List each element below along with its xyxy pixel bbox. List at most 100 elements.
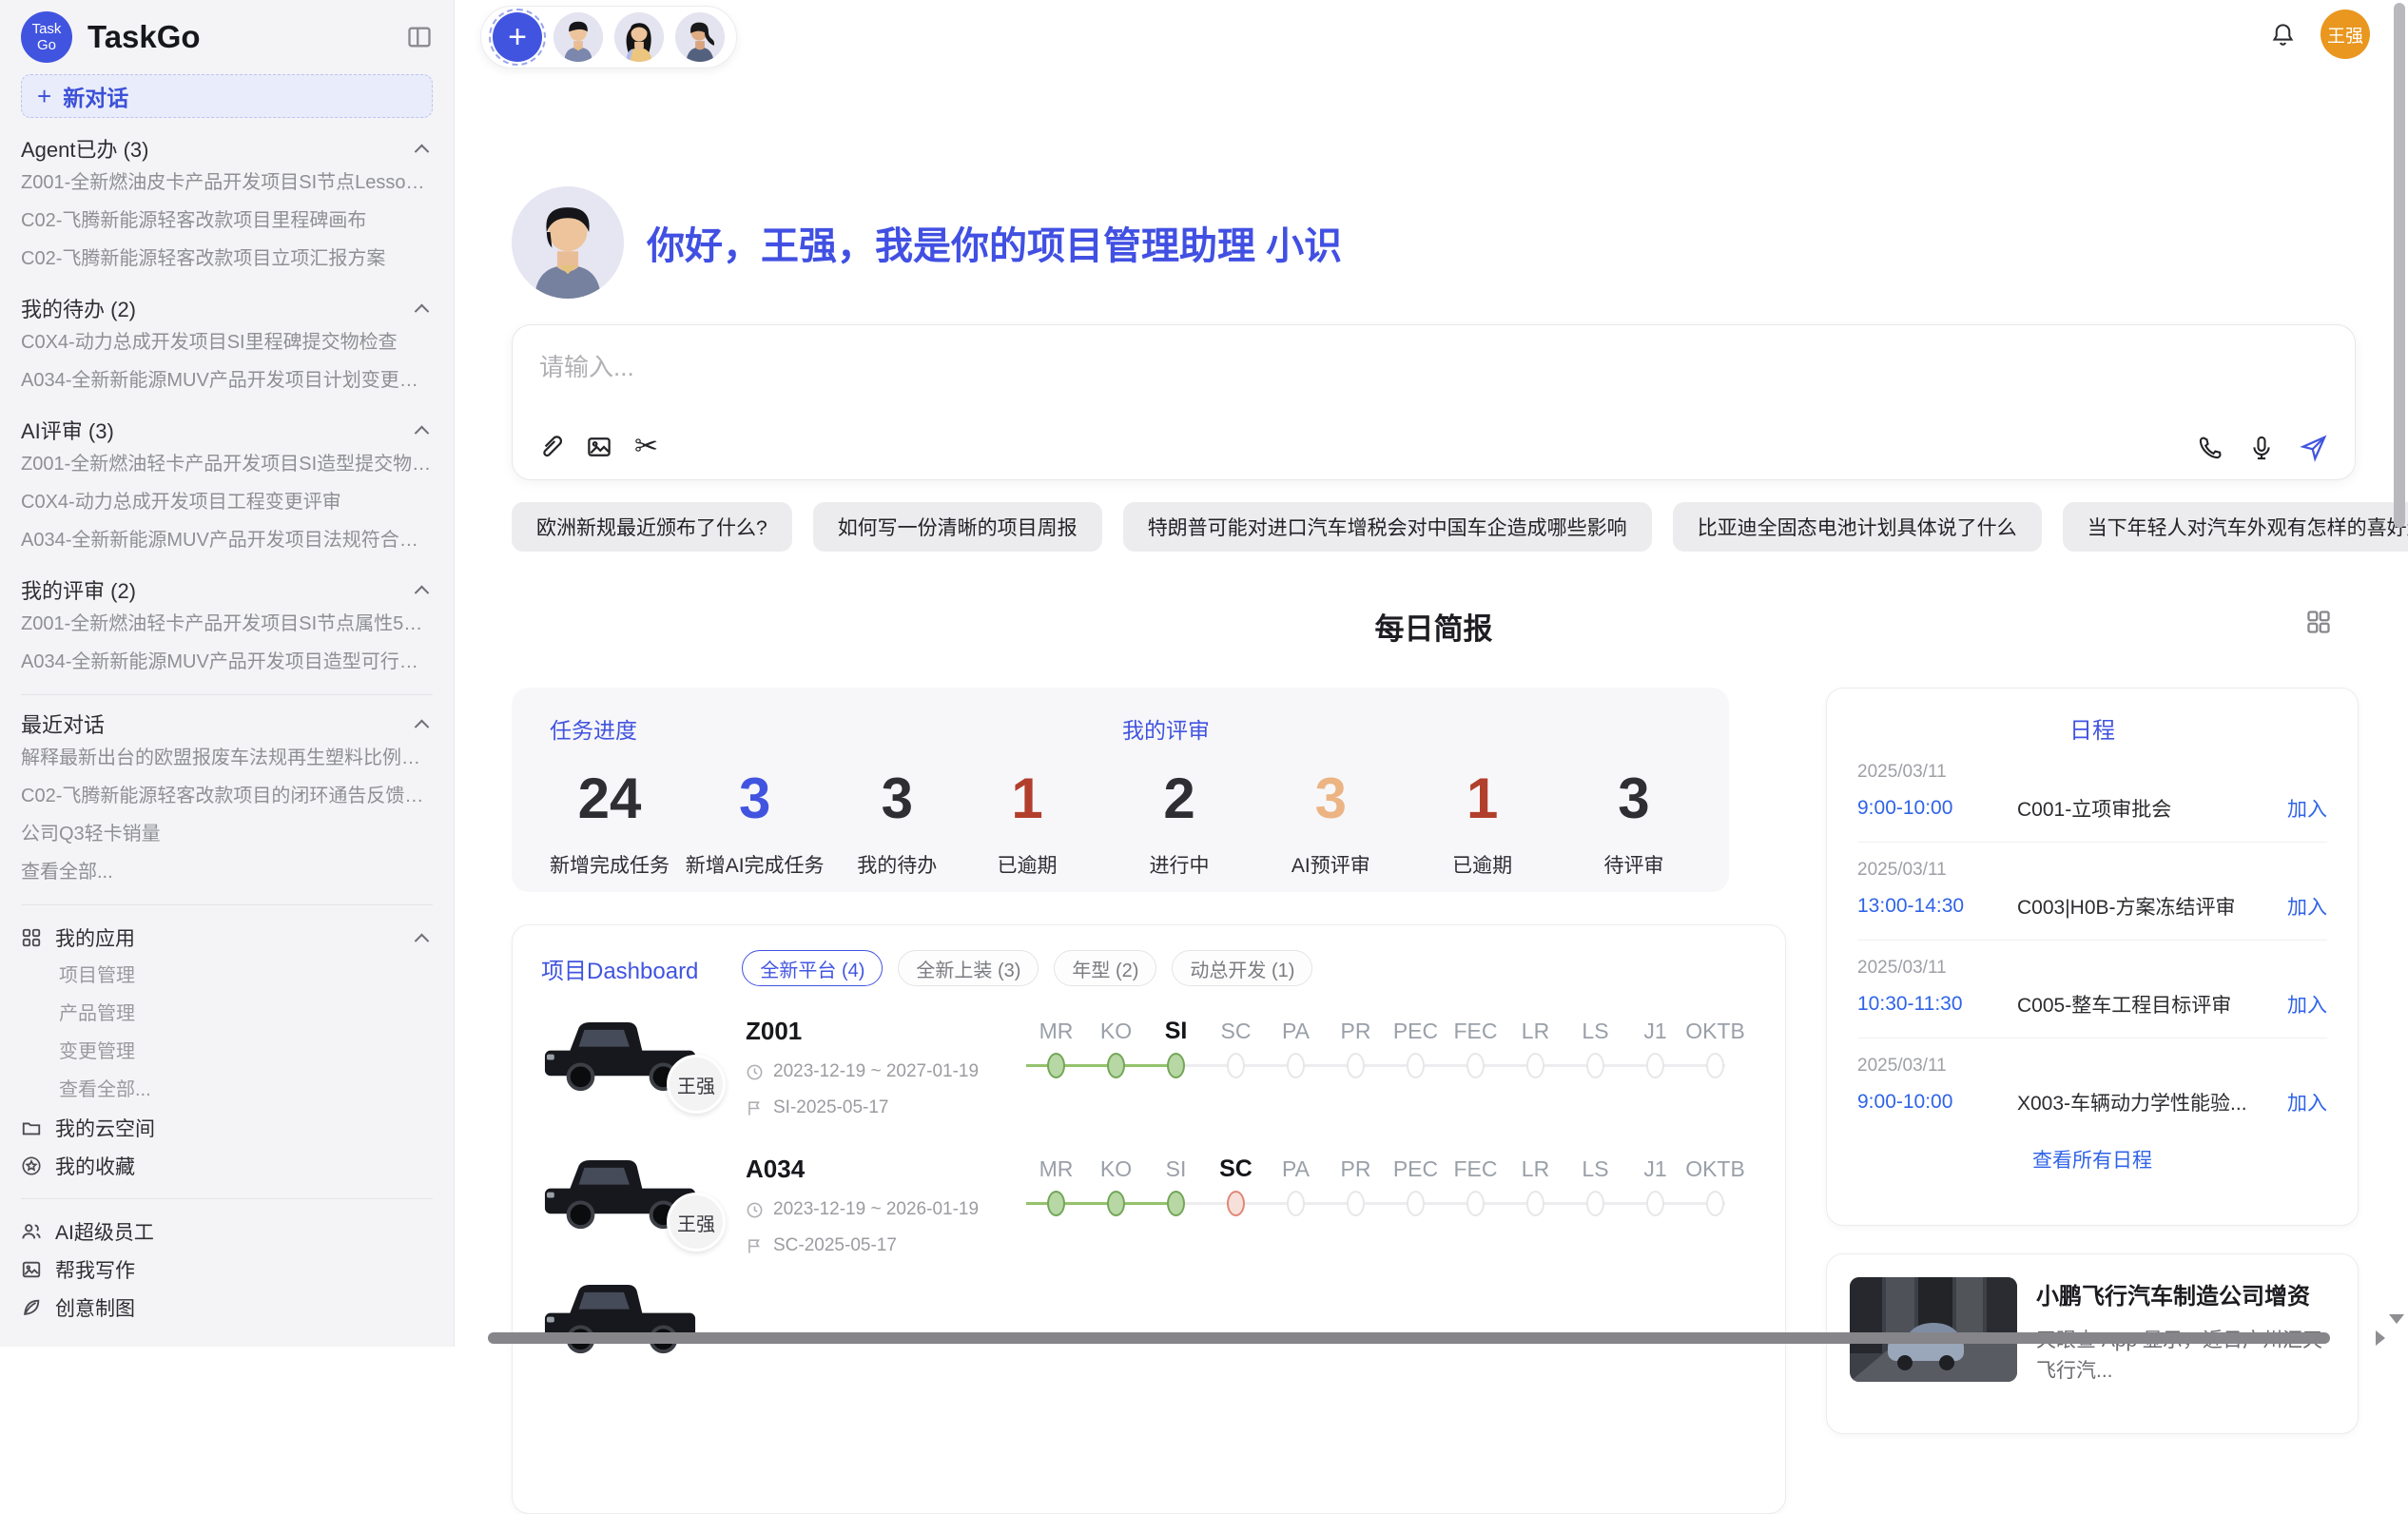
sidebar-item-favorites[interactable]: 我的收藏 — [21, 1147, 433, 1185]
milestone: J1 — [1625, 1155, 1685, 1216]
composer-input[interactable]: 请输入... — [539, 348, 2328, 383]
users-icon — [21, 1221, 42, 1242]
microphone-button[interactable] — [2248, 435, 2275, 461]
suggestion-chip[interactable]: 如何写一份清晰的项目周报 — [813, 502, 1102, 552]
milestone-timeline: MR KO SI SC — [1026, 1155, 1757, 1250]
stat-item: 1 已逾期 — [970, 766, 1084, 879]
milestone: LS — [1565, 1155, 1625, 1216]
schedule-time: 9:00-10:00 — [1857, 797, 2017, 820]
recent-conversation-item[interactable]: 解释最新出台的欧盟报废车法规再生塑料比例被调至15%... — [21, 739, 433, 777]
section-header-agent-done[interactable]: Agent已办 (3) — [21, 133, 433, 164]
milestone: SI — [1146, 1155, 1206, 1216]
section-title: 最近对话 — [21, 708, 105, 739]
owner-badge: 王强 — [667, 1193, 726, 1252]
section-header-my-review[interactable]: 我的评审 (2) — [21, 574, 433, 605]
join-button[interactable]: 加入 — [2287, 794, 2327, 823]
milestone-dot — [1347, 1191, 1365, 1216]
agent-avatar[interactable] — [675, 12, 725, 62]
dashboard-tab[interactable]: 全新上装 (3) — [898, 950, 1039, 986]
join-button[interactable]: 加入 — [2287, 990, 2327, 1019]
project-row[interactable]: 王强 Z001 2023-12-19 ~ 2027-01-19 SI-2025-… — [541, 986, 1757, 1124]
scroll-down-icon[interactable] — [2389, 1314, 2404, 1324]
agent-avatar[interactable] — [553, 12, 603, 62]
app-item[interactable]: 变更管理 — [21, 1033, 433, 1071]
milestone-label: PEC — [1386, 1017, 1446, 1045]
recent-conversation-item[interactable]: 查看全部... — [21, 853, 433, 891]
sidebar-item-creative-drawing[interactable]: 创意制图 — [21, 1289, 433, 1327]
project-row[interactable]: 王强 A034 2023-12-19 ~ 2026-01-19 SC-2025-… — [541, 1124, 1757, 1262]
agent-switcher: + — [480, 6, 737, 68]
task-progress-card: 任务进度 24 新增完成任务 3 新增AI完成任务 3 我的待办 1 已逾期 — [512, 688, 1122, 892]
app-item[interactable]: 项目管理 — [21, 957, 433, 995]
sidebar-item-my-apps[interactable]: 我的应用 — [21, 919, 433, 957]
stat-value: 24 — [550, 766, 670, 831]
dashboard-tab[interactable]: 全新平台 (4) — [742, 950, 883, 986]
project-dashboard-card: 项目Dashboard 全新平台 (4) 全新上装 (3) 年型 (2) 动总开… — [512, 924, 1786, 1514]
panel-toggle-icon — [406, 24, 433, 50]
suggestion-chip[interactable]: 当下年轻人对汽车外观有怎样的喜好趋势 — [2063, 502, 2408, 552]
stat-value: 3 — [1273, 766, 1388, 831]
join-button[interactable]: 加入 — [2287, 892, 2327, 921]
news-card[interactable]: 小鹏飞行汽车制造公司增资 天眼查 App 显示，近日广州汇天飞行汽... — [1826, 1253, 2359, 1434]
tab-label: 动总开发 (1) — [1190, 955, 1294, 982]
conversation-item[interactable]: C0X4-动力总成开发项目SI里程碑提交物检查 — [21, 323, 433, 361]
taskgo-logo: Task Go — [21, 11, 72, 63]
send-button[interactable] — [2300, 434, 2328, 462]
conversation-item[interactable]: A034-全新新能源MUV产品开发项目计划变更表编写 — [21, 361, 433, 399]
conversation-item[interactable]: Z001-全新燃油轻卡产品开发项目SI造型提交物评审 — [21, 445, 433, 483]
tab-label: 全新上装 (3) — [916, 955, 1020, 982]
add-agent-button[interactable]: + — [493, 12, 542, 62]
agent-avatar[interactable] — [614, 12, 664, 62]
stat-value: 3 — [1577, 766, 1691, 831]
suggestion-chip[interactable]: 特朗普可能对进口汽车增税会对中国车企造成哪些影响 — [1123, 502, 1652, 552]
recent-conversation-item[interactable]: C02-飞腾新能源轻客改款项目的闭环通告反馈情况 — [21, 777, 433, 815]
sidebar-item-ai-super-staff[interactable]: AI超级员工 — [21, 1213, 433, 1251]
conversation-item[interactable]: A034-全新新能源MUV产品开发项目造型可行性评审 — [21, 643, 433, 681]
app-item[interactable]: 查看全部... — [21, 1071, 433, 1109]
new-chat-button[interactable]: + 新对话 — [21, 74, 433, 118]
stat-value: 1 — [1426, 766, 1540, 831]
scroll-right-icon[interactable] — [2376, 1330, 2385, 1346]
milestone-label: SI — [1146, 1017, 1206, 1045]
section-header-recent[interactable]: 最近对话 — [21, 708, 433, 739]
layout-grid-icon[interactable] — [2305, 609, 2332, 635]
milestone: PEC — [1386, 1155, 1446, 1216]
conversation-item[interactable]: Z001-全新燃油轻卡产品开发项目SI节点属性5D文件评审 — [21, 605, 433, 643]
suggestion-chip[interactable]: 欧洲新规最近颁布了什么? — [512, 502, 792, 552]
suggestion-chip[interactable]: 比亚迪全固态电池计划具体说了什么 — [1673, 502, 2042, 552]
milestone: PR — [1326, 1155, 1386, 1216]
milestone-label: KO — [1086, 1017, 1146, 1045]
user-avatar[interactable]: 王强 — [2321, 10, 2370, 59]
conversation-item[interactable]: C02-飞腾新能源轻客改款项目里程碑画布 — [21, 202, 433, 240]
horizontal-scrollbar-thumb[interactable] — [488, 1332, 2330, 1344]
dashboard-tab[interactable]: 动总开发 (1) — [1172, 950, 1312, 986]
notifications-button[interactable] — [2270, 22, 2296, 48]
sidebar-collapse-button[interactable] — [406, 24, 433, 50]
milestone-label: OKTB — [1685, 1155, 1745, 1183]
milestone-dot — [1107, 1191, 1125, 1216]
plus-icon: + — [508, 19, 527, 56]
vertical-scrollbar-thumb[interactable] — [2394, 3, 2405, 528]
join-button[interactable]: 加入 — [2287, 1088, 2327, 1116]
conversation-item[interactable]: A034-全新新能源MUV产品开发项目法规符合性评审 — [21, 521, 433, 559]
conversation-item[interactable]: C0X4-动力总成开发项目工程变更评审 — [21, 483, 433, 521]
conversation-item[interactable]: C02-飞腾新能源轻客改款项目立项汇报方案 — [21, 240, 433, 278]
recent-conversation-item[interactable]: 公司Q3轻卡销量 — [21, 815, 433, 853]
chevron-up-icon — [415, 303, 430, 319]
sidebar-item-cloud-space[interactable]: 我的云空间 — [21, 1109, 433, 1147]
milestone-dot — [1047, 1053, 1065, 1078]
section-header-my-todo[interactable]: 我的待办 (2) — [21, 293, 433, 323]
app-item[interactable]: 产品管理 — [21, 995, 433, 1033]
schedule-event-title: C003|H0B-方案冻结评审 — [2017, 892, 2276, 921]
dashboard-tab[interactable]: 年型 (2) — [1054, 950, 1156, 986]
attach-button[interactable] — [535, 433, 564, 461]
scissors-icon[interactable]: ✂ — [634, 432, 658, 462]
voice-call-button[interactable] — [2197, 435, 2224, 461]
section-header-ai-review[interactable]: AI评审 (3) — [21, 415, 433, 445]
milestone-label: LR — [1505, 1155, 1565, 1183]
conversation-item[interactable]: Z001-全新燃油皮卡产品开发项目SI节点Lesson Learn报告 — [21, 164, 433, 202]
image-upload-button[interactable] — [585, 433, 613, 461]
sidebar-item-help-write[interactable]: 帮我写作 — [21, 1251, 433, 1289]
view-all-schedule-link[interactable]: 查看所有日程 — [1857, 1145, 2327, 1174]
schedule-title: 日程 — [1857, 711, 2327, 745]
